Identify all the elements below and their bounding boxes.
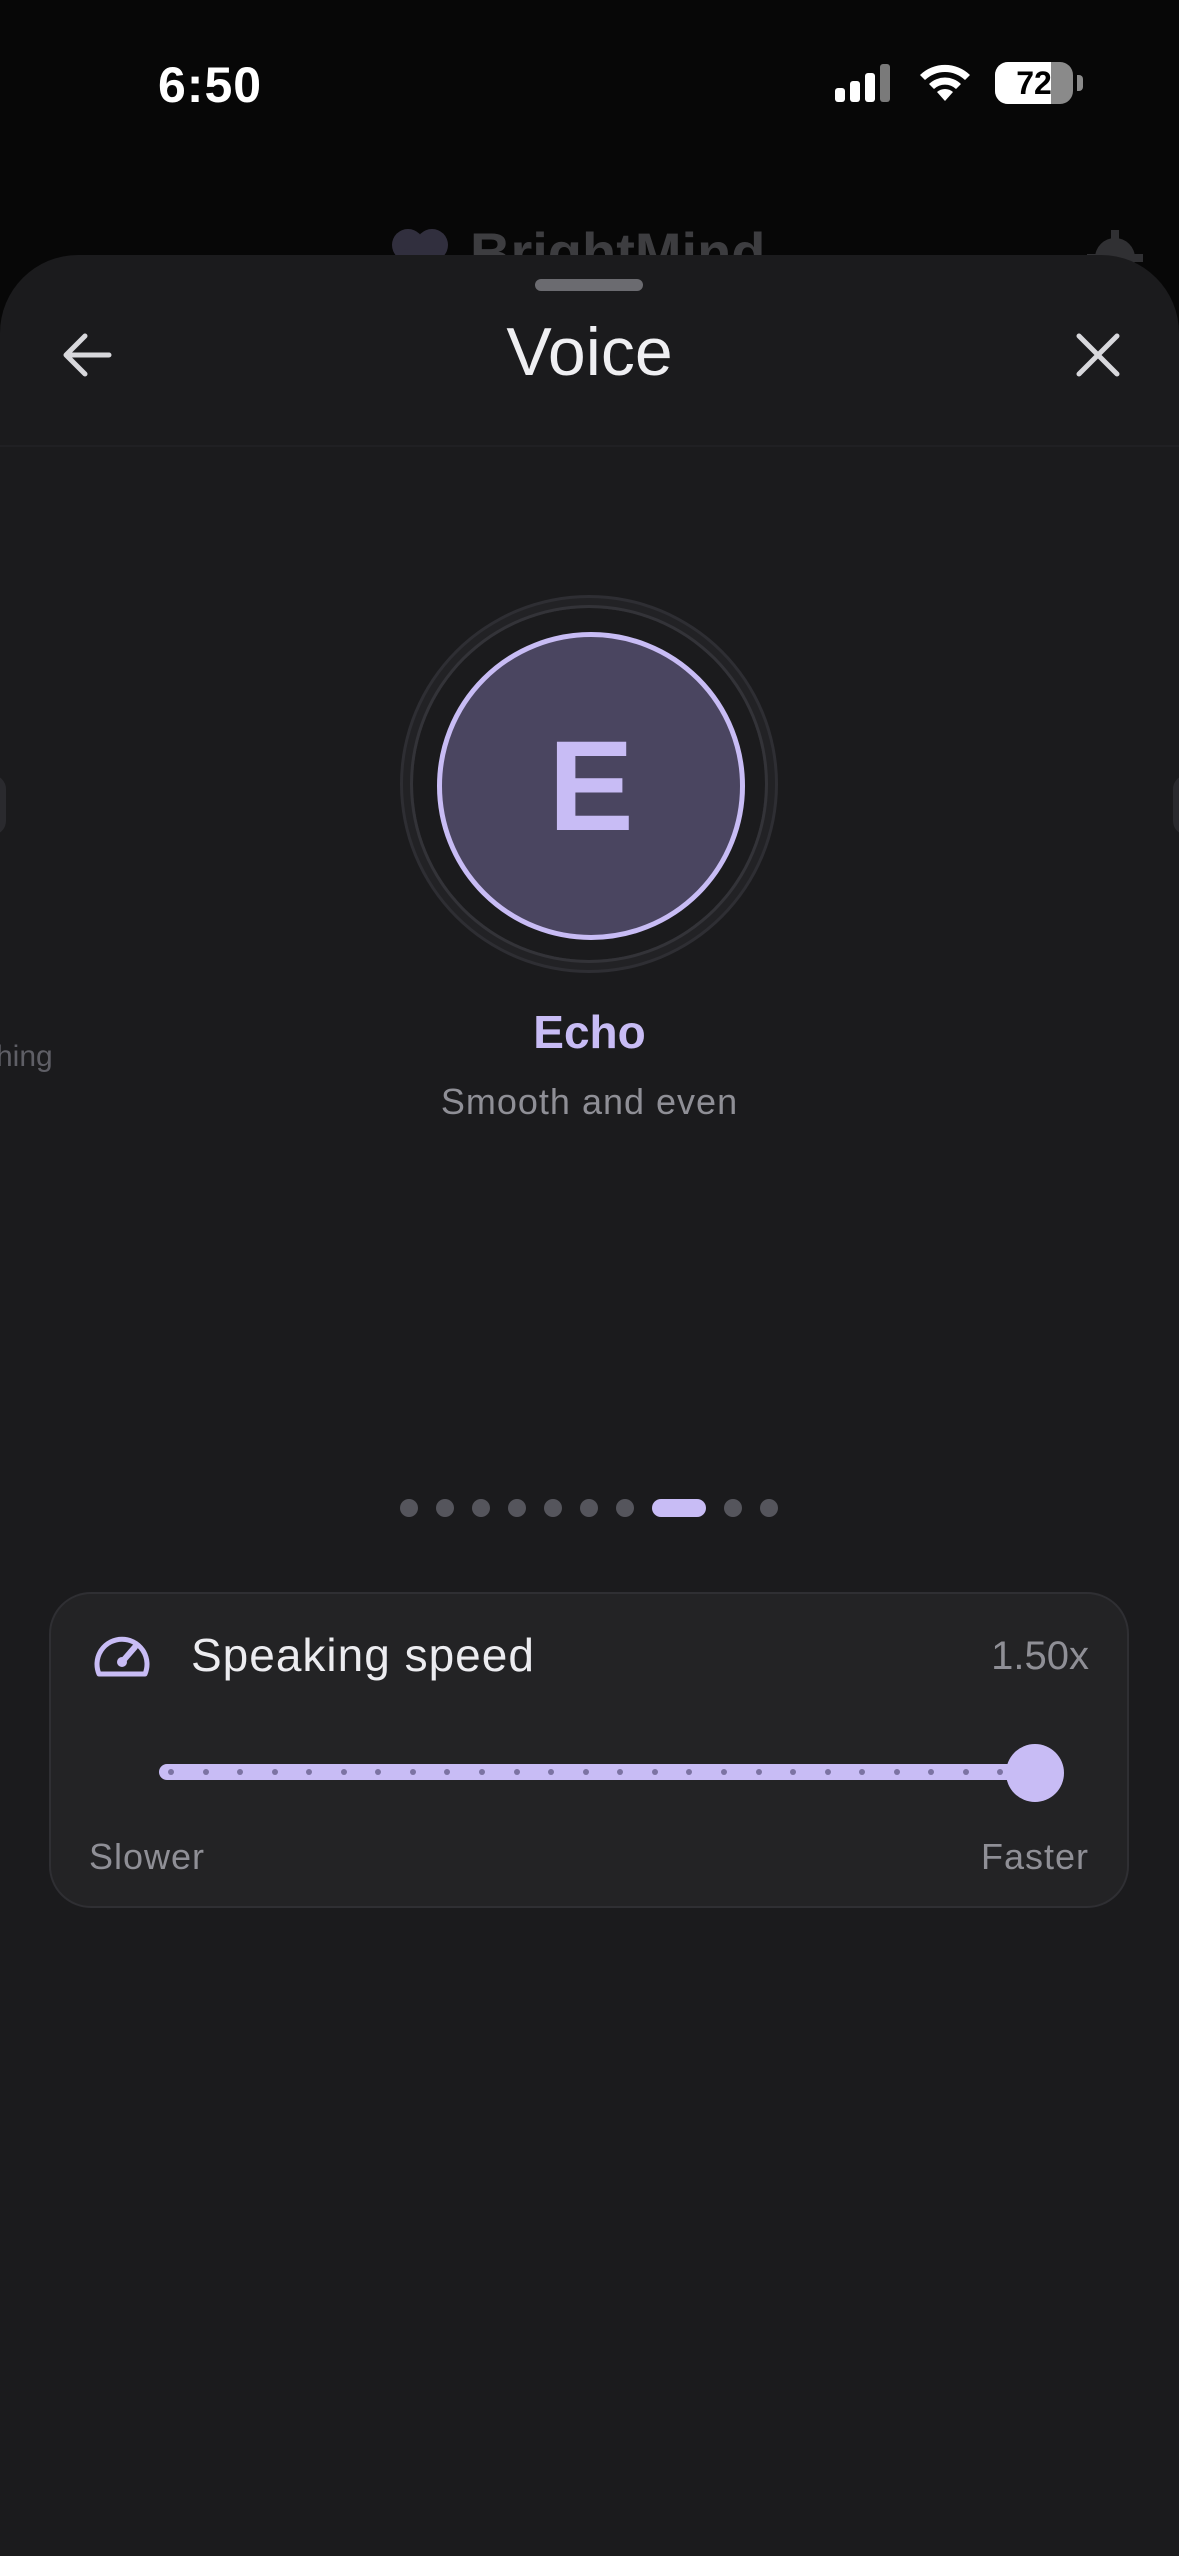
slider-tick [271, 1769, 278, 1775]
slider-thumb[interactable] [1006, 1744, 1064, 1802]
slider-tick [479, 1769, 486, 1775]
voice-avatar-initial: E [548, 714, 634, 858]
carousel-dot[interactable] [508, 1499, 526, 1517]
wifi-icon [920, 64, 970, 101]
slider-tick [720, 1769, 727, 1775]
slider-tick [824, 1769, 831, 1775]
voice-avatar: E [437, 632, 745, 940]
previous-voice-peek[interactable] [0, 775, 6, 835]
carousel-dot[interactable] [544, 1499, 562, 1517]
voice-sheet: Voice hing E Echo Smooth and even Speaki… [0, 255, 1179, 2556]
sheet-title: Voice [506, 314, 673, 390]
slider-tick [513, 1769, 520, 1775]
carousel-dot[interactable] [580, 1499, 598, 1517]
carousel-dot[interactable] [472, 1499, 490, 1517]
speaking-speed-slider[interactable] [159, 1744, 1064, 1802]
carousel-dot[interactable] [436, 1499, 454, 1517]
slider-max-label: Faster [980, 1836, 1089, 1877]
slider-tick [202, 1769, 209, 1775]
slider-min-label: Slower [89, 1836, 206, 1877]
voice-description: Smooth and even [440, 1081, 739, 1122]
voice-avatar-ring[interactable]: E [413, 608, 765, 960]
signal-icon [835, 64, 890, 102]
speedometer-icon [94, 1636, 150, 1677]
status-time: 6:50 [158, 57, 263, 113]
slider-tick [582, 1769, 589, 1775]
next-voice-peek[interactable] [1173, 775, 1179, 835]
voice-carousel-indicator [400, 1499, 778, 1517]
carousel-dot[interactable] [400, 1499, 418, 1517]
slider-tick [893, 1769, 900, 1775]
carousel-dot[interactable] [760, 1499, 778, 1517]
close-icon [1076, 333, 1120, 377]
slider-tick [651, 1769, 658, 1775]
slider-tick [409, 1769, 416, 1775]
battery-level: 72 [1016, 64, 1052, 101]
speaking-speed-label: Speaking speed [191, 1629, 535, 1681]
sheet-header: Voice [0, 255, 1179, 447]
status-icons: 72 [835, 62, 1083, 104]
carousel-dot[interactable] [724, 1499, 742, 1517]
carousel-dot[interactable] [616, 1499, 634, 1517]
close-button[interactable] [1063, 320, 1133, 390]
speaking-speed-value: 1.50x [991, 1634, 1089, 1678]
battery-cap [1077, 75, 1083, 91]
slider-tick [755, 1769, 762, 1775]
slider-tick [340, 1769, 347, 1775]
slider-tick [962, 1769, 969, 1775]
battery-icon: 72 [995, 62, 1073, 104]
slider-track [159, 1764, 1047, 1780]
slider-tick [168, 1769, 174, 1775]
voice-name: Echo [533, 1006, 646, 1058]
carousel-dot-active[interactable] [652, 1499, 706, 1517]
speaking-speed-card: Speaking speed 1.50x Slower Faster [49, 1592, 1129, 1908]
